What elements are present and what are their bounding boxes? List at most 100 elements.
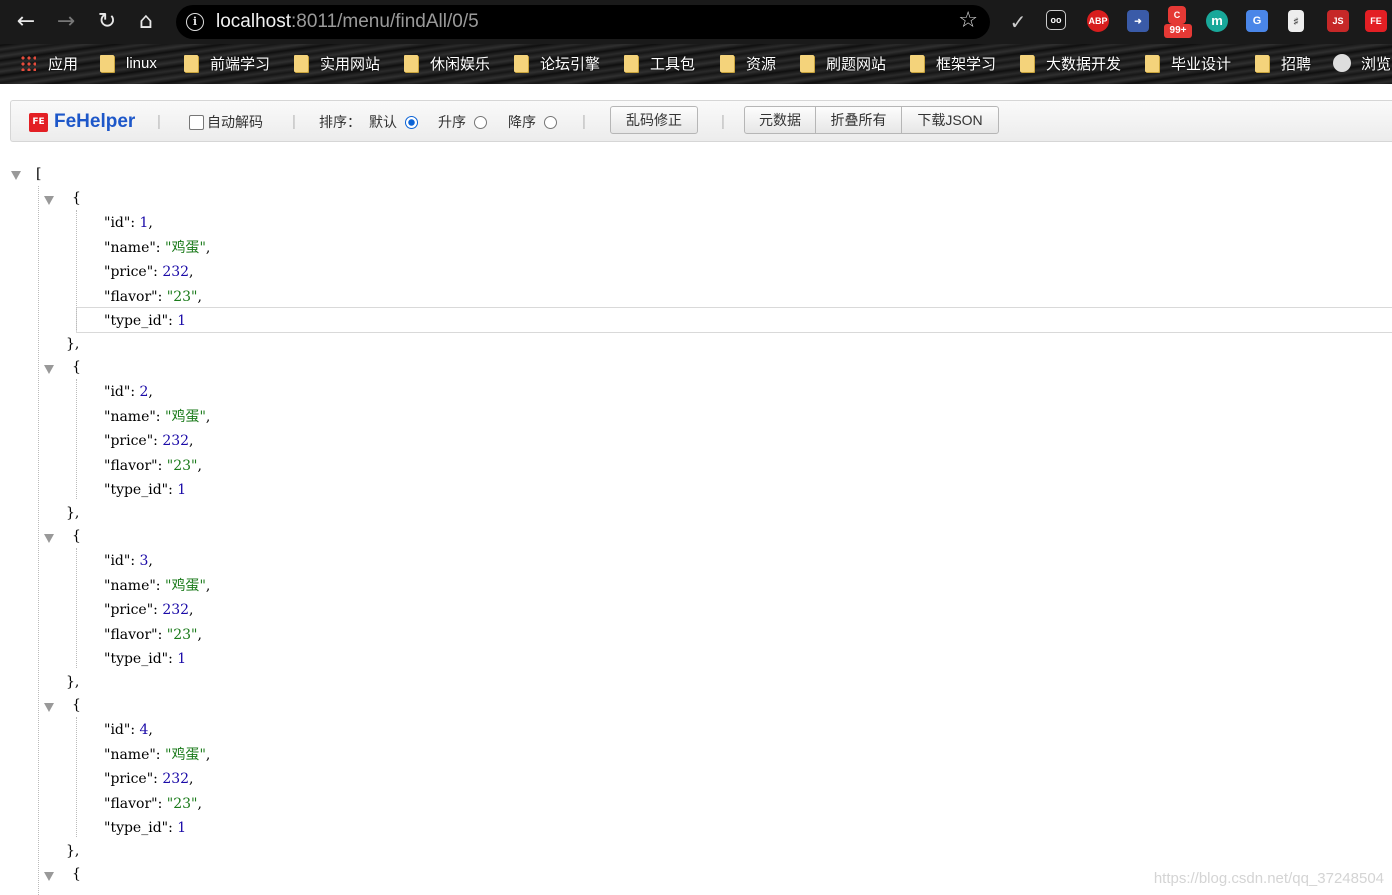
json-property-type-id: "type_id": 1	[104, 309, 186, 333]
object-close-brace: },	[66, 332, 79, 356]
comma: ,	[189, 771, 194, 787]
indent-guide	[76, 548, 77, 668]
number-value: 232	[162, 264, 190, 280]
bookmark-star-icon[interactable]: ☆	[958, 8, 978, 33]
arrow-extension-icon[interactable]: ➜	[1127, 10, 1149, 32]
radio-unselected[interactable]	[474, 115, 487, 129]
json-property-price: "price": 232,	[104, 429, 194, 453]
collapse-all-button[interactable]: 折叠所有	[815, 106, 902, 134]
fehelper-logo: FE FeHelper	[29, 111, 135, 133]
property-key: "price":	[104, 433, 163, 449]
translate-extension-icon[interactable]: G	[1246, 10, 1268, 32]
checkbox-box[interactable]	[189, 114, 204, 130]
forward-icon[interactable]: →	[52, 8, 80, 36]
bookmark-folder[interactable]: 休闲娱乐	[404, 52, 490, 74]
notification-badge[interactable]: 99+	[1164, 24, 1192, 38]
auto-decode-checkbox[interactable]: 自动解码	[189, 112, 263, 132]
bookmark-folder[interactable]: 刷题网站	[800, 52, 886, 74]
json-property-type-id: "type_id": 1	[104, 647, 186, 671]
string-value: 鸡蛋	[171, 577, 200, 594]
watermark: https://blog.csdn.net/qq_37248504	[1153, 870, 1384, 887]
radio-selected[interactable]	[405, 115, 418, 129]
json-property-id: "id": 3,	[104, 549, 153, 573]
property-key: "id":	[104, 215, 140, 231]
object-open-brace: {	[72, 862, 81, 886]
home-icon[interactable]: ⌂	[132, 8, 160, 36]
string-value: 23	[173, 626, 192, 643]
property-key: "price":	[104, 264, 163, 280]
json-property-id: "id": 1,	[104, 211, 153, 235]
bookmark-folder[interactable]: 工具包	[624, 52, 695, 74]
bookmark-folder[interactable]: 前端学习	[184, 52, 270, 74]
property-key: "id":	[104, 553, 140, 569]
sort-default-radio[interactable]: 默认	[369, 112, 418, 132]
number-value: 1	[177, 482, 187, 498]
c-extension-icon[interactable]: C	[1168, 6, 1186, 24]
m-extension-icon[interactable]: m	[1206, 10, 1228, 32]
collapse-toggle-icon[interactable]	[44, 196, 54, 205]
checkmark-extension-icon[interactable]: ✓	[1004, 8, 1032, 36]
separator: |	[157, 113, 161, 130]
bookmark-folder[interactable]: 大数据开发	[1020, 52, 1121, 74]
json-property-price: "price": 232,	[104, 767, 194, 791]
comma: ,	[205, 239, 211, 256]
glasses-extension-icon[interactable]: oo	[1046, 10, 1066, 30]
folder-icon	[100, 54, 114, 72]
bookmark-folder[interactable]: 实用网站	[294, 52, 380, 74]
json-property-id: "id": 2,	[104, 380, 153, 404]
url-text[interactable]: localhost:8011/menu/findAll/0/5	[216, 11, 479, 33]
reload-icon[interactable]: ↻	[93, 8, 121, 36]
metadata-button[interactable]: 元数据	[744, 106, 816, 134]
sort-desc-radio[interactable]: 降序	[508, 112, 557, 132]
json-property-flavor: "flavor": "23",	[104, 623, 202, 647]
bookmark-folder[interactable]: 毕业设计	[1145, 52, 1231, 74]
fix-encoding-button[interactable]: 乱码修正	[610, 106, 698, 134]
sort-default-label: 默认	[369, 114, 397, 130]
fehelper-extension-icon[interactable]: FE	[1365, 10, 1387, 32]
string-value: 鸡蛋	[171, 239, 200, 256]
sort-desc-label: 降序	[508, 114, 536, 130]
json-property-name: "name": "鸡蛋",	[104, 236, 210, 260]
collapse-toggle-icon[interactable]	[44, 703, 54, 712]
site-info-icon[interactable]: i	[186, 13, 204, 31]
js-extension-icon[interactable]: JS	[1327, 10, 1349, 32]
comma: ,	[197, 288, 202, 305]
download-json-button[interactable]: 下载JSON	[901, 106, 999, 134]
document-extension-icon[interactable]: ♯	[1288, 10, 1304, 32]
comma: ,	[205, 577, 211, 594]
json-property-flavor: "flavor": "23",	[104, 792, 202, 816]
radio-unselected[interactable]	[544, 115, 557, 129]
property-key: "type_id":	[104, 313, 178, 329]
indent-guide	[76, 210, 77, 330]
string-value: 23	[173, 457, 192, 474]
brace: },	[66, 336, 80, 352]
back-icon[interactable]: ←	[12, 8, 40, 36]
separator: |	[721, 113, 725, 130]
property-key: "type_id":	[104, 482, 178, 498]
bookmark-folder[interactable]: 框架学习	[910, 52, 996, 74]
address-bar[interactable]: i localhost:8011/menu/findAll/0/5 ☆	[176, 5, 990, 39]
sort-asc-radio[interactable]: 升序	[438, 112, 487, 132]
collapse-toggle-icon[interactable]	[11, 171, 21, 180]
property-key: "flavor":	[104, 288, 167, 305]
json-property-name: "name": "鸡蛋",	[104, 574, 210, 598]
collapse-toggle-icon[interactable]	[44, 365, 54, 374]
bookmark-folder[interactable]: 招聘	[1255, 52, 1311, 74]
adblock-extension-icon[interactable]: ABP	[1087, 10, 1109, 32]
collapse-toggle-icon[interactable]	[44, 534, 54, 543]
folder-icon	[624, 54, 638, 72]
bookmark-folder[interactable]: linux	[100, 52, 157, 74]
brace: {	[72, 359, 81, 375]
bookmark-browse[interactable]: 浏览	[1333, 52, 1391, 74]
fehelper-logo-icon: FE	[29, 112, 48, 132]
apps-grid-icon	[20, 55, 36, 71]
property-key: "flavor":	[104, 795, 167, 812]
bookmark-apps[interactable]: 应用	[20, 52, 78, 74]
object-open-brace: {	[72, 693, 81, 717]
folder-icon	[404, 54, 418, 72]
bookmark-folder[interactable]: 论坛引擎	[514, 52, 600, 74]
bookmark-folder[interactable]: 资源	[720, 52, 776, 74]
property-key: "id":	[104, 722, 140, 738]
collapse-toggle-icon[interactable]	[44, 872, 54, 881]
brace: },	[66, 674, 80, 690]
